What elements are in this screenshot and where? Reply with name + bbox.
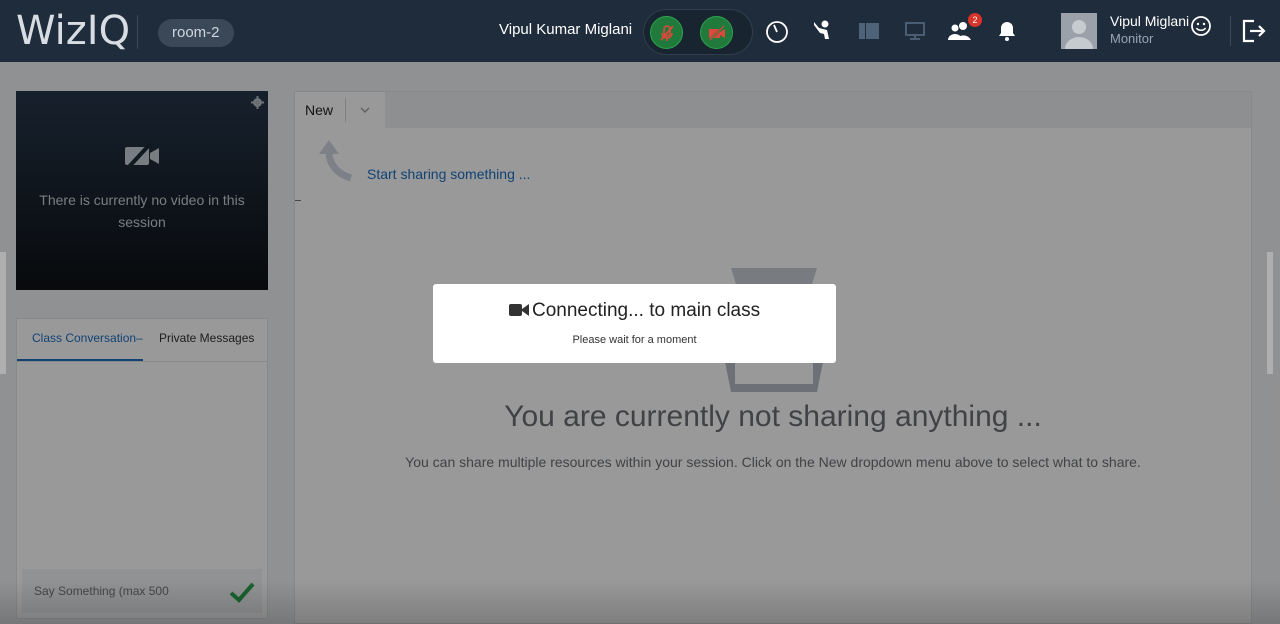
timer-icon (766, 21, 788, 43)
mic-muted-icon (660, 25, 674, 41)
video-camera-icon (509, 304, 529, 316)
top-bar: WizIQ room-2 Vipul Kumar Miglani 2 Vipul… (0, 0, 1280, 62)
backdrop-shadow (0, 580, 1280, 624)
mic-toggle-button[interactable] (650, 16, 683, 49)
room-name-pill[interactable]: room-2 (158, 19, 234, 47)
header-divider-right (1230, 16, 1231, 46)
connecting-title: Connecting... to main class (532, 300, 761, 321)
right-edge-handle (1267, 252, 1273, 374)
layout-icon (859, 23, 879, 39)
left-edge-handle (0, 252, 6, 374)
user-role: Monitor (1110, 31, 1154, 46)
emoji-button[interactable] (1190, 15, 1212, 42)
media-controls (643, 9, 753, 55)
smiley-icon (1191, 16, 1211, 36)
camera-muted-icon (709, 25, 725, 41)
raise-hand-icon (814, 20, 829, 39)
user-avatar[interactable] (1061, 13, 1097, 49)
bell-icon (999, 22, 1015, 41)
connecting-dialog: Connecting... to main class Please wait … (433, 284, 836, 363)
user-name: Vipul Miglani (1110, 13, 1190, 29)
attendees-count-badge: 2 (968, 13, 982, 27)
connecting-camera (509, 303, 529, 322)
connecting-subtitle: Please wait for a moment (572, 334, 697, 346)
camera-toggle-button[interactable] (700, 16, 733, 49)
raise-hand-button[interactable] (810, 18, 836, 44)
layout-button[interactable] (856, 18, 882, 44)
screen-share-icon (905, 22, 925, 40)
timer-button[interactable] (764, 18, 790, 44)
header-divider (137, 15, 138, 49)
user-avatar-icon (1061, 13, 1097, 49)
exit-button[interactable] (1240, 17, 1268, 50)
host-name: Vipul Kumar Miglani (499, 21, 633, 38)
exit-icon (1242, 19, 1266, 43)
notifications-button[interactable] (994, 18, 1020, 44)
screen-share-button[interactable] (902, 18, 928, 44)
wiziq-logo: WizIQ (16, 8, 131, 54)
